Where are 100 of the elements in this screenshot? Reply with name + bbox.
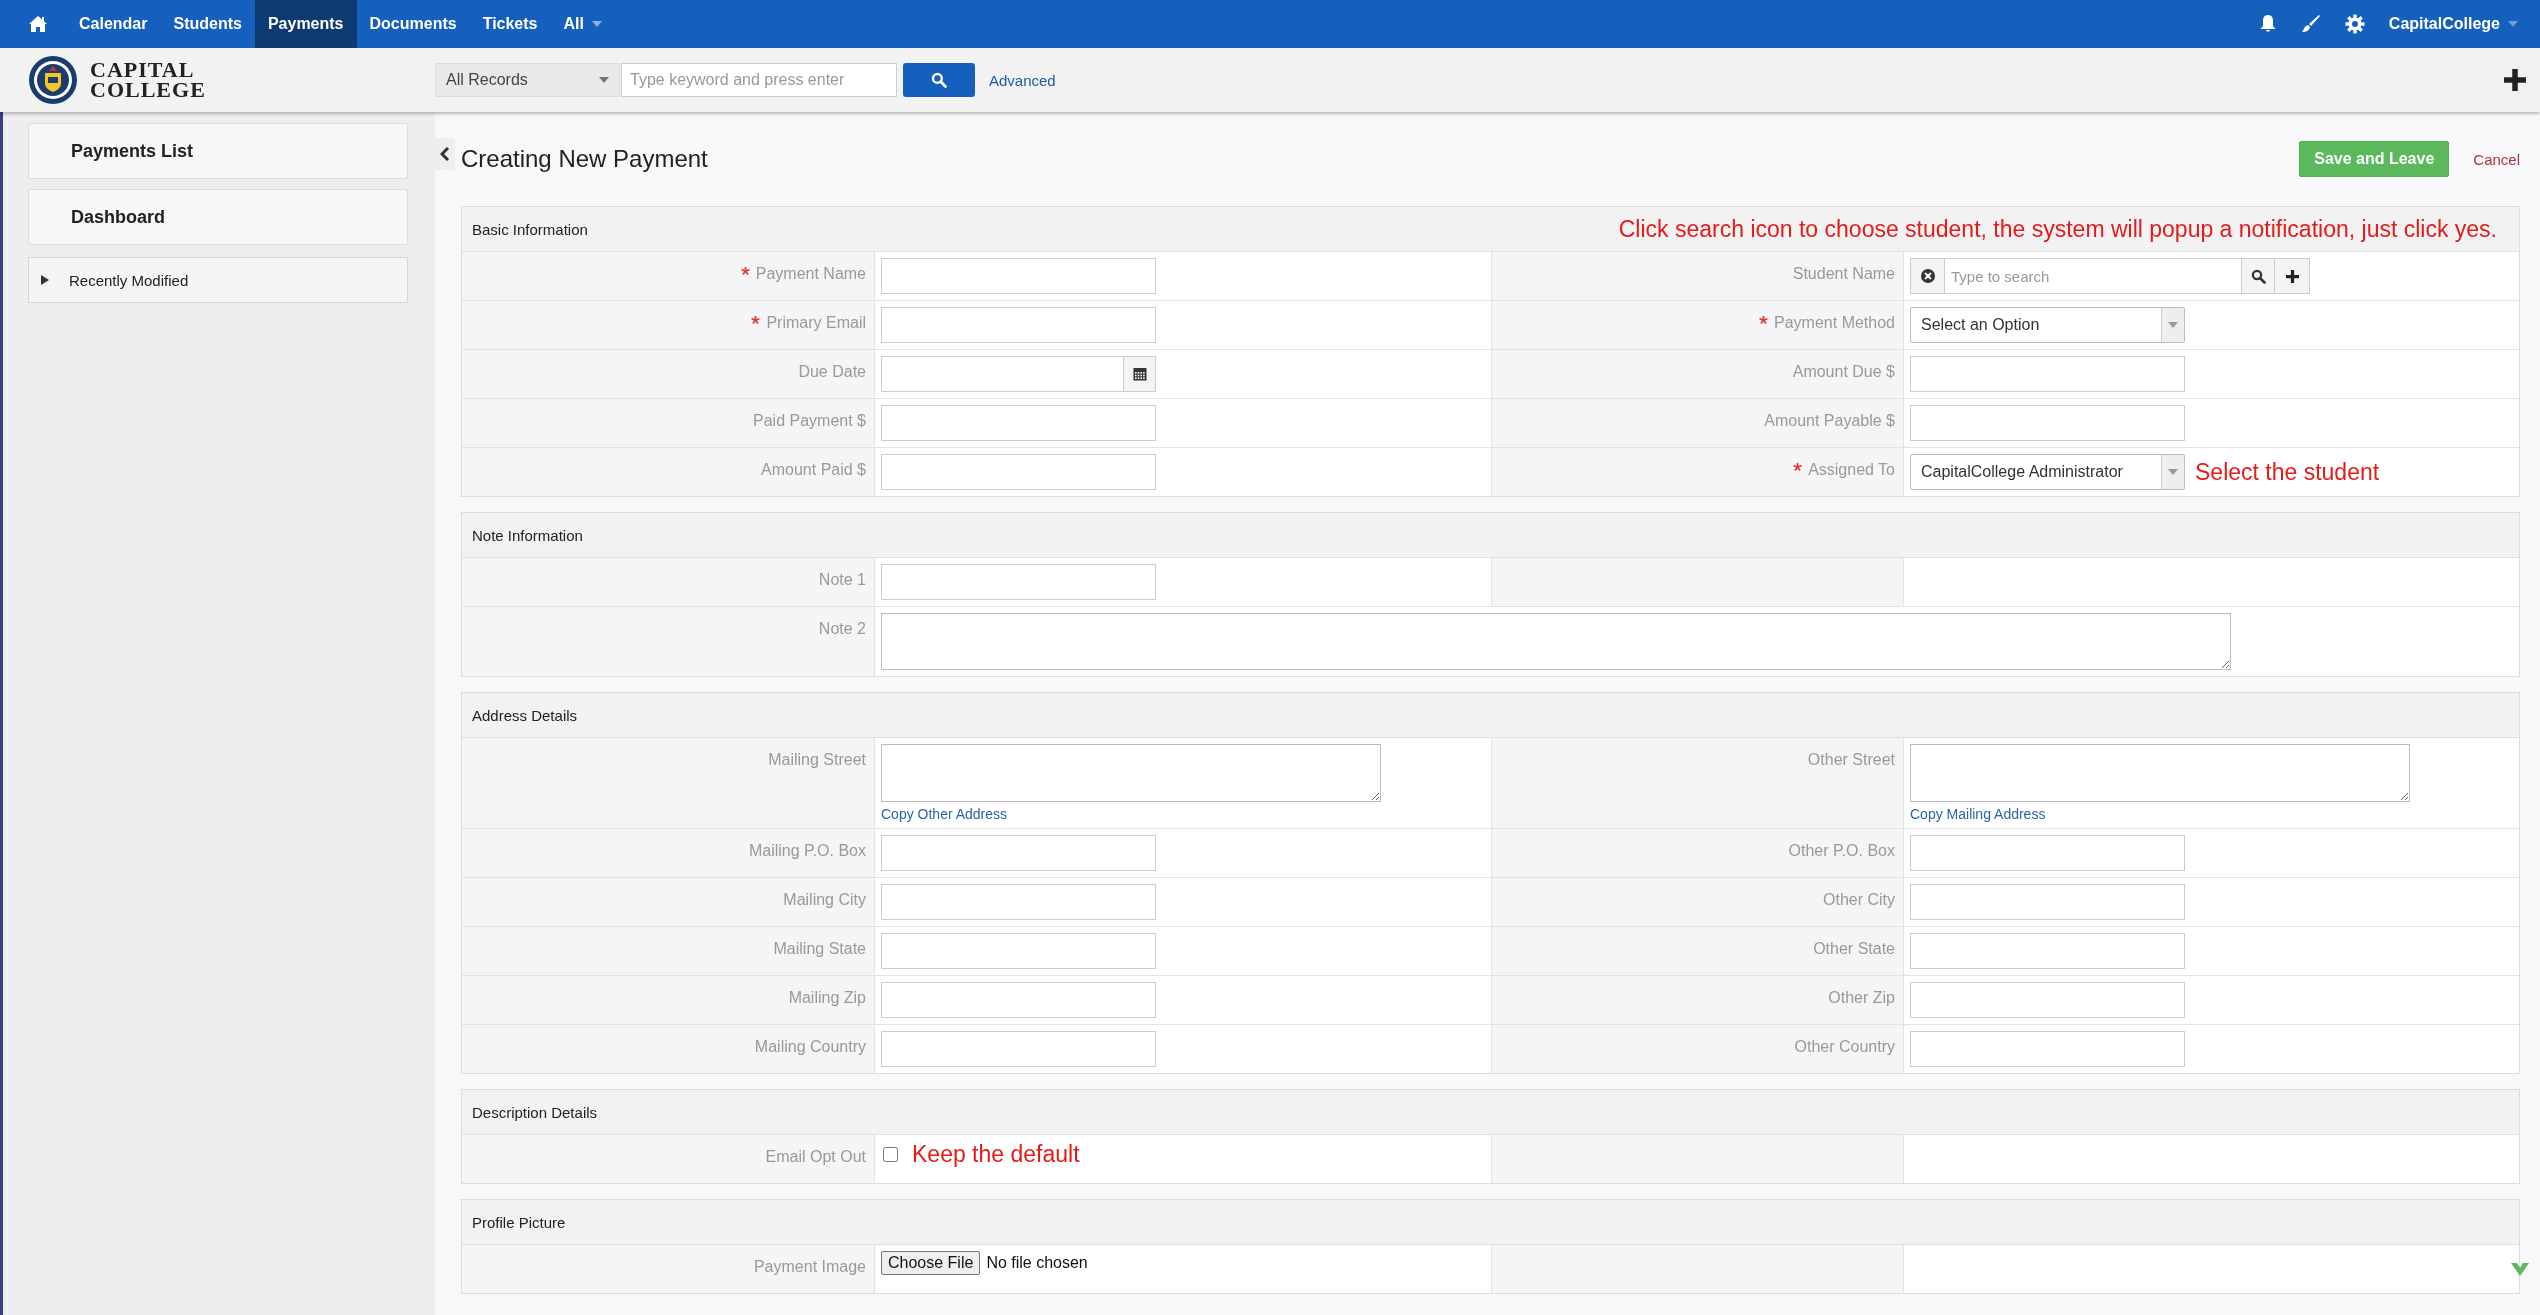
- text-area[interactable]: [881, 744, 1381, 802]
- text-field[interactable]: [881, 454, 1156, 490]
- text-field[interactable]: [1910, 982, 2185, 1018]
- home-icon[interactable]: [28, 15, 48, 33]
- field-label: Amount Paid $: [761, 461, 866, 479]
- copy-address-link[interactable]: Copy Mailing Address: [1910, 806, 2513, 822]
- add-button[interactable]: [2275, 259, 2309, 293]
- brush-icon[interactable]: [2300, 14, 2321, 34]
- field-label: Other Street: [1807, 751, 1895, 769]
- field-label: Due Date: [798, 363, 866, 381]
- select-dropdown[interactable]: Select an Option: [1910, 307, 2185, 343]
- field-label: Mailing Street: [768, 751, 866, 769]
- field-label: Amount Payable $: [1764, 412, 1895, 430]
- sidebar-item[interactable]: Payments List: [28, 123, 408, 179]
- advanced-link[interactable]: Advanced: [989, 71, 1056, 89]
- text-field[interactable]: [881, 933, 1156, 969]
- field-label: Student Name: [1792, 265, 1895, 283]
- text-field[interactable]: [1910, 933, 2185, 969]
- plus-icon[interactable]: [2285, 269, 2299, 283]
- field-label: Note 1: [818, 571, 866, 589]
- field-label: Mailing Zip: [788, 989, 866, 1007]
- text-field[interactable]: [881, 564, 1156, 600]
- select-dropdown[interactable]: CapitalCollege Administrator: [1910, 454, 2185, 490]
- search-field[interactable]: Type keyword and press enter: [621, 63, 897, 97]
- college-logo-text: CAPITAL COLLEGE: [90, 60, 206, 100]
- field-label: Email Opt Out: [765, 1148, 866, 1166]
- text-field[interactable]: [1910, 405, 2185, 441]
- file-status: No file chosen: [986, 1254, 1088, 1272]
- section-title: Profile Picture: [472, 1213, 567, 1231]
- section-title: Description Details: [472, 1103, 599, 1121]
- field-label: Mailing City: [783, 891, 866, 909]
- nav-tab[interactable]: Documents: [356, 0, 470, 48]
- nav-tab[interactable]: Payments: [254, 0, 357, 48]
- field-label: Other Country: [1794, 1038, 1895, 1056]
- caret-icon: [2168, 469, 2178, 475]
- search-icon: [2250, 268, 2266, 284]
- nav-tab[interactable]: Students: [160, 0, 255, 48]
- field-label: Other Zip: [1828, 989, 1895, 1007]
- text-field[interactable]: [881, 835, 1156, 871]
- text-area[interactable]: [1910, 744, 2410, 802]
- text-field[interactable]: [1910, 1031, 2185, 1067]
- field-label: Note 2: [818, 620, 866, 638]
- sidebar-item[interactable]: Dashboard: [28, 189, 408, 245]
- calendar-button[interactable]: [1123, 357, 1155, 391]
- search-button[interactable]: [2241, 259, 2275, 293]
- section-title: Basic Information: [472, 220, 589, 238]
- field-label: Other State: [1813, 940, 1895, 958]
- text-area[interactable]: [881, 613, 2231, 670]
- field-label: Other City: [1823, 891, 1895, 909]
- nav-tab[interactable]: Tickets: [469, 0, 551, 48]
- panel-title: Recently Modified: [69, 271, 189, 289]
- chevron-left-icon[interactable]: [440, 147, 450, 161]
- instruction-note: Select the student: [2195, 458, 2380, 486]
- field-label: Payment Method: [1774, 314, 1895, 332]
- text-field[interactable]: [881, 1031, 1156, 1067]
- nav-tab[interactable]: All: [550, 0, 615, 48]
- caret-icon: [2168, 322, 2178, 328]
- caret-icon: [2508, 21, 2518, 27]
- text-field[interactable]: [1910, 835, 2185, 871]
- checkbox[interactable]: [883, 1147, 898, 1162]
- settings-icon[interactable]: [2344, 14, 2365, 34]
- caret-icon: [599, 77, 609, 83]
- plus-icon[interactable]: [2504, 69, 2526, 91]
- field-label: Payment Image: [753, 1258, 866, 1276]
- field-label: Mailing Country: [754, 1038, 866, 1056]
- collapse-tab[interactable]: [435, 138, 455, 170]
- field-label: Payment Name: [755, 265, 866, 283]
- lookup-field[interactable]: Type to search: [1910, 258, 2310, 294]
- text-field[interactable]: [881, 307, 1156, 343]
- clear-icon: [1919, 268, 1936, 284]
- section-title: Address Details: [472, 706, 579, 724]
- recently-modified-panel[interactable]: Recently Modified: [28, 257, 408, 303]
- search-button[interactable]: [903, 63, 975, 97]
- text-field[interactable]: [881, 982, 1156, 1018]
- user-menu[interactable]: CapitalCollege: [2388, 15, 2518, 33]
- copy-address-link[interactable]: Copy Other Address: [881, 806, 1485, 822]
- bell-icon[interactable]: [2258, 14, 2277, 34]
- text-field[interactable]: [881, 258, 1156, 294]
- text-field[interactable]: [1910, 356, 2185, 392]
- search-icon: [931, 72, 947, 88]
- field-label: Other P.O. Box: [1788, 842, 1895, 860]
- field-label: Mailing State: [773, 940, 866, 958]
- text-field[interactable]: [1910, 884, 2185, 920]
- college-seal-icon: [28, 55, 78, 105]
- clear-button[interactable]: [1911, 259, 1945, 293]
- date-field[interactable]: [881, 356, 1156, 392]
- text-field[interactable]: [881, 405, 1156, 441]
- cancel-link[interactable]: Cancel: [2473, 150, 2520, 168]
- field-label: Primary Email: [766, 314, 866, 332]
- scope-dropdown[interactable]: All Records: [435, 63, 620, 97]
- calendar-icon: [1132, 367, 1147, 381]
- field-label: Paid Payment $: [753, 412, 866, 430]
- text-field[interactable]: [881, 884, 1156, 920]
- chevron-logo-icon[interactable]: [2510, 1261, 2530, 1277]
- choose-file-button[interactable]: Choose File: [881, 1251, 981, 1275]
- instruction-note: Click search icon to choose student, the system will popup a notification, just click yes.: [1618, 215, 2498, 243]
- nav-tab[interactable]: Calendar: [66, 0, 161, 48]
- field-label: Mailing P.O. Box: [748, 842, 866, 860]
- section-title: Note Information: [472, 526, 584, 544]
- field-label: Assigned To: [1808, 461, 1895, 479]
